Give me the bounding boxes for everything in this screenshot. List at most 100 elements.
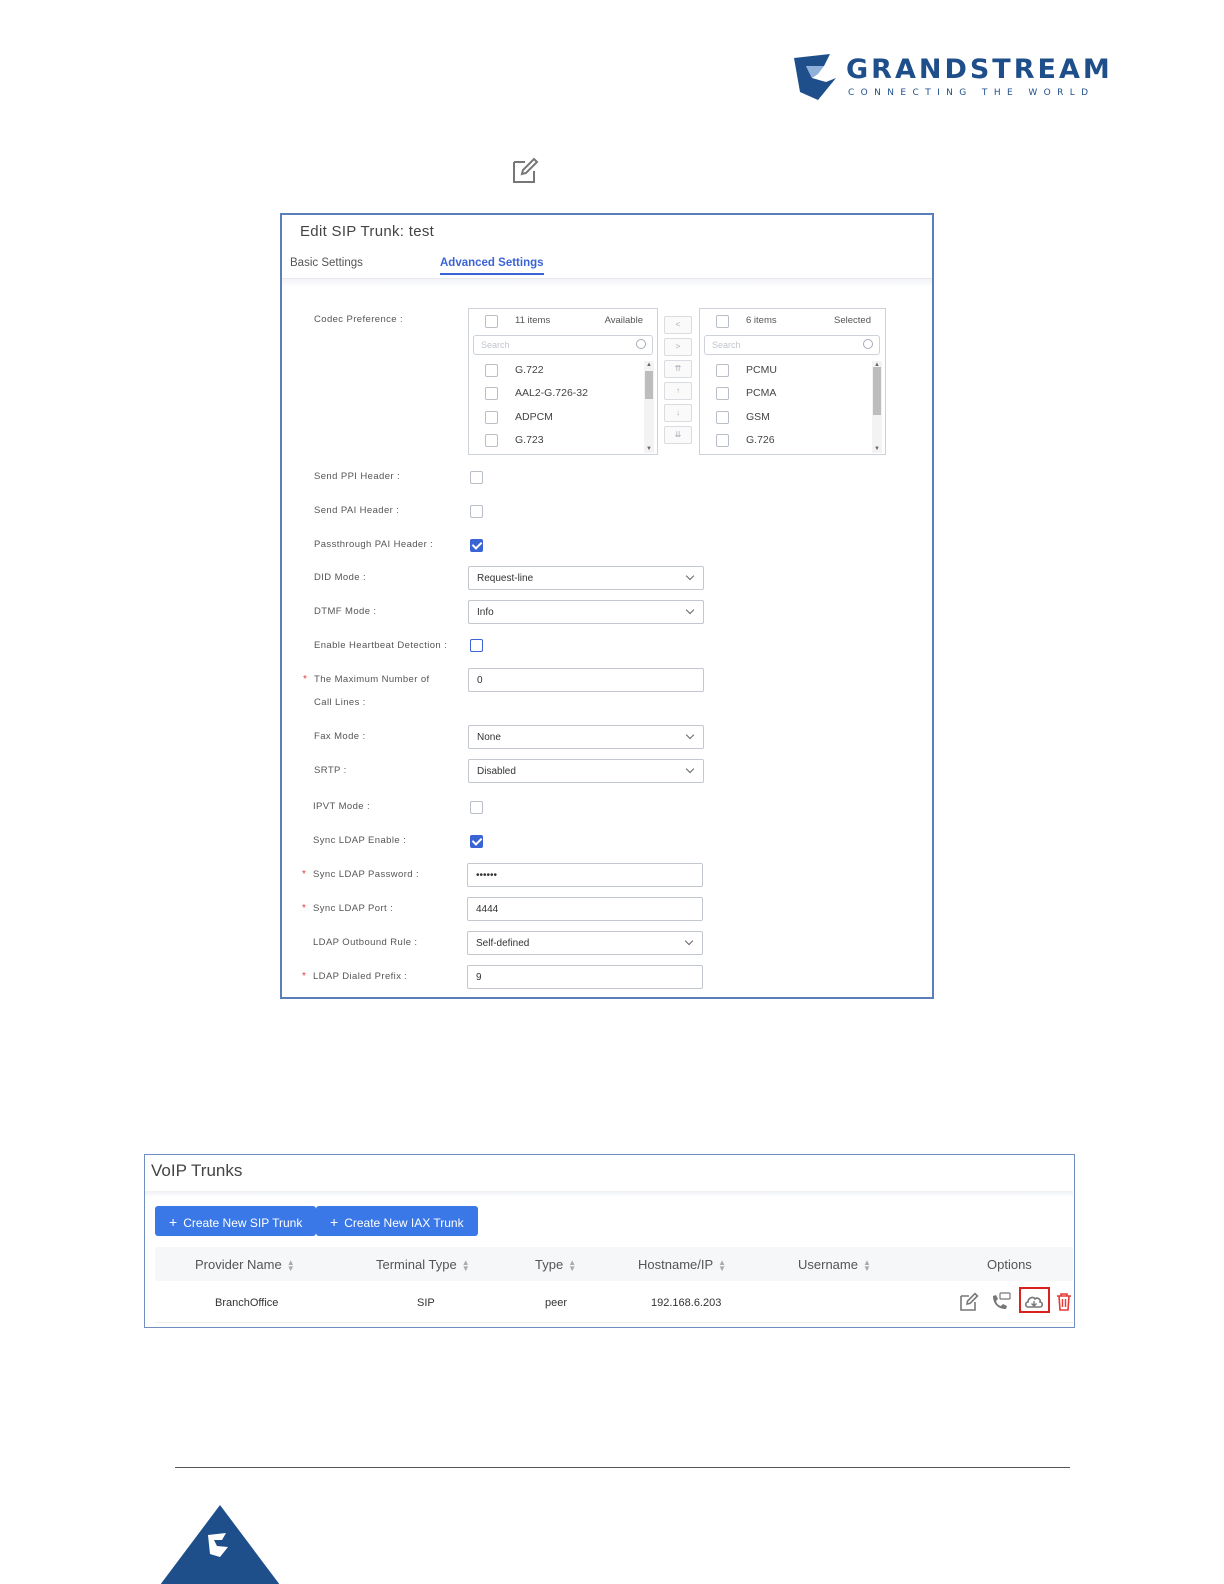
max-call-lines-label: The Maximum Number of [314, 674, 430, 685]
item-checkbox[interactable] [485, 411, 498, 424]
ipvt-mode-checkbox[interactable] [470, 801, 483, 814]
scroll-up-icon[interactable]: ▲ [646, 362, 652, 368]
ldap-sync-cloud-icon[interactable] [1023, 1291, 1045, 1313]
tab-advanced-settings[interactable]: Advanced Settings [440, 257, 544, 275]
search-icon [863, 339, 873, 349]
move-left-button[interactable]: < [664, 316, 692, 334]
selected-search-input[interactable]: Search [704, 335, 880, 355]
move-top-button[interactable]: ⇈ [664, 360, 692, 378]
list-item[interactable]: AAL2-G.726-32 [469, 382, 657, 404]
item-checkbox[interactable] [485, 364, 498, 377]
chevron-down-icon [685, 764, 695, 774]
item-checkbox[interactable] [716, 387, 729, 400]
cell-type: peer [545, 1297, 568, 1309]
grandstream-logo-mark-icon [794, 54, 836, 100]
brand-name: GRANDSTREAM [846, 54, 1113, 85]
list-item[interactable]: PCMU [700, 359, 885, 381]
tab-basic-settings[interactable]: Basic Settings [290, 257, 363, 269]
sort-icon[interactable]: ▲ ▼ [568, 1258, 576, 1272]
ldap-outbound-rule-label: LDAP Outbound Rule : [313, 937, 418, 948]
send-pai-header-checkbox[interactable] [470, 505, 483, 518]
fax-mode-select[interactable]: None [468, 725, 704, 749]
document-page: GRANDSTREAM CONNECTING THE WORLD Edit SI… [0, 0, 1224, 1584]
sync-ldap-password-input[interactable]: •••••• [467, 863, 703, 887]
enable-heartbeat-detection-label: Enable Heartbeat Detection : [314, 640, 448, 651]
list-item[interactable]: GSM [700, 406, 885, 428]
available-search-input[interactable]: Search [473, 335, 653, 355]
dtmf-mode-select[interactable]: Info [468, 600, 704, 624]
scroll-thumb[interactable] [645, 371, 653, 399]
move-up-button[interactable]: ↑ [664, 382, 692, 400]
footer-logo-triangle-icon [160, 1505, 280, 1584]
column-provider-name[interactable]: Provider Name ▲ ▼ [195, 1257, 295, 1272]
sort-icon[interactable]: ▲ ▼ [462, 1258, 470, 1272]
move-right-button[interactable]: > [664, 338, 692, 356]
codec-selected-list: 6 items Selected Search PCMU PCMA GSM G.… [699, 308, 886, 455]
sort-icon[interactable]: ▲ ▼ [718, 1258, 726, 1272]
sync-ldap-port-input[interactable]: 4444 [467, 897, 703, 921]
max-call-lines-label-cont: Call Lines : [314, 697, 366, 708]
phone-dod-icon[interactable] [989, 1291, 1011, 1313]
selected-select-all-checkbox[interactable] [716, 315, 729, 328]
required-marker: * [302, 869, 306, 880]
list-item[interactable]: G.726 [700, 429, 885, 451]
srtp-select[interactable]: Disabled [468, 759, 704, 783]
cell-terminal-type: SIP [417, 1297, 435, 1309]
item-checkbox[interactable] [716, 434, 729, 447]
fax-mode-label: Fax Mode : [314, 731, 366, 742]
dtmf-mode-label: DTMF Mode : [314, 606, 377, 617]
did-mode-label: DID Mode : [314, 572, 367, 583]
table-row: BranchOffice SIP peer 192.168.6.203 [155, 1283, 1073, 1323]
selected-count: 6 items [746, 315, 777, 326]
ldap-outbound-rule-select[interactable]: Self-defined [467, 931, 703, 955]
column-terminal-type[interactable]: Terminal Type ▲ ▼ [376, 1257, 470, 1272]
max-call-lines-input[interactable]: 0 [468, 668, 704, 692]
available-scrollbar[interactable]: ▲ ▼ [644, 361, 654, 453]
voip-trunks-panel: VoIP Trunks + Create New SIP Trunk + Creat… [144, 1154, 1075, 1328]
selected-scrollbar[interactable]: ▲ ▼ [872, 361, 882, 453]
passthrough-pai-header-label: Passthrough PAI Header : [314, 539, 434, 550]
edit-icon[interactable] [958, 1291, 980, 1313]
sort-icon[interactable]: ▲ ▼ [863, 1258, 871, 1272]
required-marker: * [302, 971, 306, 982]
column-username[interactable]: Username ▲ ▼ [798, 1257, 871, 1272]
list-item[interactable]: G.723 [469, 429, 657, 451]
tab-bar: Basic Settings Advanced Settings [282, 253, 932, 279]
move-down-button[interactable]: ↓ [664, 404, 692, 422]
chevron-down-icon [685, 730, 695, 740]
list-item[interactable]: G.722 [469, 359, 657, 381]
available-select-all-checkbox[interactable] [485, 315, 498, 328]
column-type[interactable]: Type ▲ ▼ [535, 1257, 576, 1272]
footer-divider [175, 1467, 1070, 1468]
create-new-sip-trunk-button[interactable]: + Create New SIP Trunk [155, 1206, 317, 1236]
chevron-down-icon [685, 571, 695, 581]
ldap-dialed-prefix-input[interactable]: 9 [467, 965, 703, 989]
move-bottom-button[interactable]: ⇊ [664, 426, 692, 444]
list-item[interactable]: PCMA [700, 382, 885, 404]
tab-divider [282, 279, 932, 287]
delete-icon[interactable] [1053, 1291, 1075, 1313]
send-pai-header-label: Send PAI Header : [314, 505, 400, 516]
sync-ldap-enable-checkbox[interactable] [470, 835, 483, 848]
edit-sip-trunk-dialog: Edit SIP Trunk: test Basic Settings Adva… [280, 213, 934, 999]
plus-icon: + [169, 1214, 178, 1230]
create-new-iax-trunk-button[interactable]: + Create New IAX Trunk [316, 1206, 478, 1236]
enable-heartbeat-detection-checkbox[interactable] [470, 639, 483, 652]
send-ppi-header-checkbox[interactable] [470, 471, 483, 484]
sync-ldap-enable-label: Sync LDAP Enable : [313, 835, 407, 846]
scroll-down-icon[interactable]: ▼ [646, 446, 652, 452]
column-hostname-ip[interactable]: Hostname/IP ▲ ▼ [638, 1257, 726, 1272]
item-checkbox[interactable] [716, 364, 729, 377]
sort-icon[interactable]: ▲ ▼ [287, 1258, 295, 1272]
list-item[interactable]: ADPCM [469, 406, 657, 428]
item-checkbox[interactable] [485, 434, 498, 447]
scroll-down-icon[interactable]: ▼ [874, 446, 880, 452]
did-mode-select[interactable]: Request-line [468, 566, 704, 590]
ipvt-mode-label: IPVT Mode : [313, 801, 371, 812]
title-divider [145, 1191, 1073, 1197]
passthrough-pai-header-checkbox[interactable] [470, 539, 483, 552]
required-marker: * [302, 903, 306, 914]
item-checkbox[interactable] [716, 411, 729, 424]
item-checkbox[interactable] [485, 387, 498, 400]
scroll-thumb[interactable] [873, 367, 881, 415]
